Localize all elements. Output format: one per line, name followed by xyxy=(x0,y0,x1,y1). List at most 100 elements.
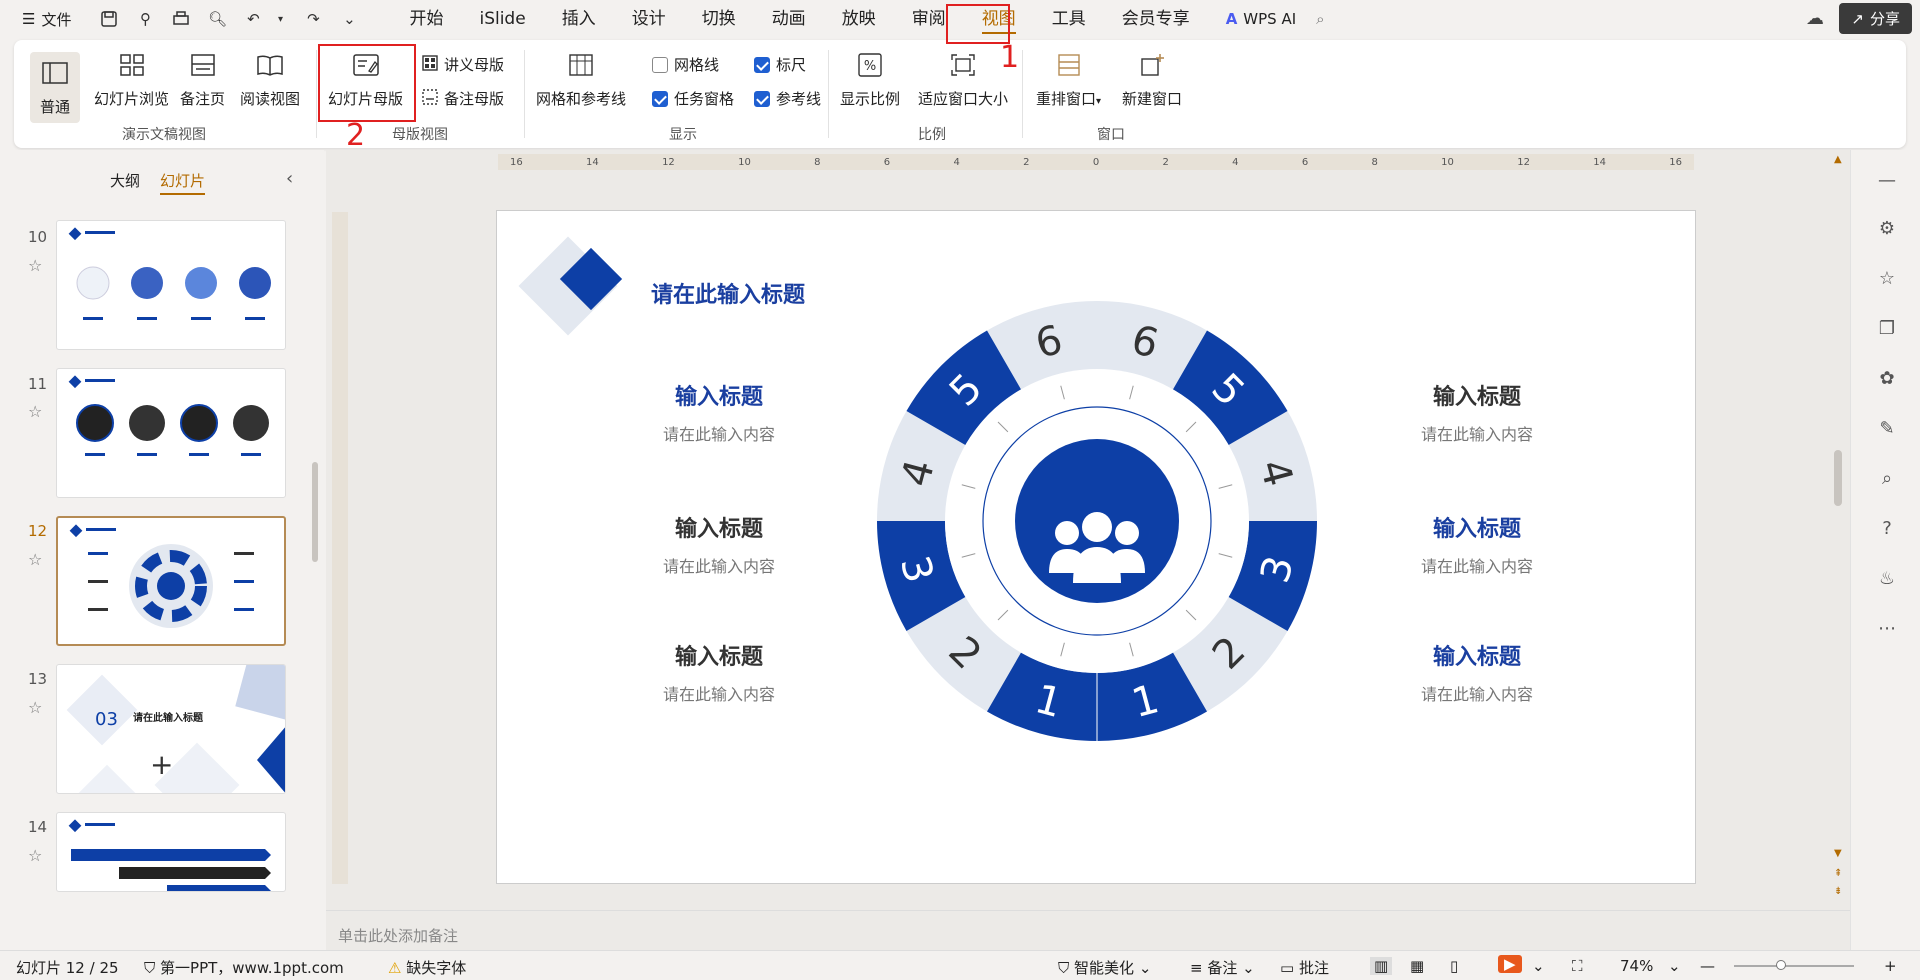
menu-4[interactable]: 切换 xyxy=(684,0,754,38)
tab-outline[interactable]: 大纲 xyxy=(110,170,140,195)
zoom-button[interactable]: % 显示比例 xyxy=(840,50,900,109)
arrange-window-button[interactable]: 重排窗口▾ xyxy=(1036,50,1101,109)
vertical-scrollbar[interactable] xyxy=(1834,450,1842,506)
star-icon[interactable]: ☆ xyxy=(28,256,42,275)
missing-font-button[interactable]: ⚠ 缺失字体 xyxy=(388,957,466,978)
more-icon[interactable]: ⋯ xyxy=(1875,618,1899,642)
redo-icon[interactable]: ↷ xyxy=(299,5,327,33)
scroll-down-icon[interactable]: ▼ xyxy=(1834,848,1842,859)
item-heading[interactable]: 输入标题 xyxy=(1397,639,1557,671)
properties-icon[interactable]: ⚙ xyxy=(1875,218,1899,242)
slide-thumbnail-11[interactable] xyxy=(56,368,286,498)
gridlines-checkbox[interactable]: 网格线 xyxy=(652,54,719,75)
zoom-slider-handle[interactable] xyxy=(1776,960,1786,970)
comments-toggle[interactable]: ▭ 批注 xyxy=(1280,957,1329,978)
collapse-panel-icon[interactable]: ‹ xyxy=(286,168,293,189)
format-painter-icon[interactable]: ⚲ xyxy=(131,5,159,33)
item-heading[interactable]: 输入标题 xyxy=(1397,379,1557,411)
undo-icon[interactable]: ↶ xyxy=(239,5,267,33)
menu-1[interactable]: iSlide xyxy=(461,0,543,38)
task-pane-checkbox[interactable]: 任务窗格 xyxy=(652,88,734,109)
notes-area[interactable]: 单击此处添加备注 xyxy=(326,910,1850,950)
search-doc-icon[interactable]: ⌕ xyxy=(1875,468,1899,492)
search-icon[interactable]: ⌕ xyxy=(1316,10,1324,28)
cloud-icon[interactable]: ☁ xyxy=(1806,8,1824,29)
share-button[interactable]: ↗ 分享 xyxy=(1839,3,1912,34)
prev-slide-icon[interactable]: ⇞ xyxy=(1834,868,1842,879)
undo-dropdown-icon[interactable]: ▾ xyxy=(275,5,285,33)
left-panel-scrollbar[interactable] xyxy=(312,462,318,562)
notes-toggle[interactable]: ≡ 备注 ⌄ xyxy=(1190,957,1255,978)
menu-3[interactable]: 设计 xyxy=(614,0,684,38)
menu-5[interactable]: 动画 xyxy=(754,0,824,38)
more-dropdown-icon[interactable]: ⌄ xyxy=(335,5,363,33)
ruler-checkbox[interactable]: 标尺 xyxy=(754,54,806,75)
slide-thumbnail-10[interactable] xyxy=(56,220,286,350)
star-icon[interactable]: ☆ xyxy=(28,846,42,865)
slide-thumbnail-14[interactable] xyxy=(56,812,286,892)
star-icon[interactable]: ☆ xyxy=(28,550,42,569)
reading-view-icon[interactable]: ▯ xyxy=(1450,957,1458,975)
smart-beautify-button[interactable]: ⛉ 智能美化 ⌄ xyxy=(1058,957,1151,978)
help-icon[interactable]: ? xyxy=(1875,518,1899,542)
notes-page-button[interactable]: 备注页 xyxy=(180,50,225,109)
animation-icon[interactable]: ✿ xyxy=(1875,368,1899,392)
wps-ai-button[interactable]: A WPS AI ⌕ xyxy=(1226,10,1325,28)
next-slide-icon[interactable]: ⇟ xyxy=(1834,886,1842,897)
zoom-out-icon[interactable]: — xyxy=(1700,957,1715,975)
star-icon[interactable]: ☆ xyxy=(28,402,42,421)
slide-title[interactable]: 请在此输入标题 xyxy=(651,277,805,309)
handout-master-button[interactable]: 讲义母版 xyxy=(422,54,504,75)
item-content[interactable]: 请在此输入内容 xyxy=(1377,553,1577,577)
menu-2[interactable]: 插入 xyxy=(544,0,614,38)
save-icon[interactable] xyxy=(95,5,123,33)
theme-icon[interactable]: ♨ xyxy=(1875,568,1899,592)
scroll-up-icon[interactable]: ▲ xyxy=(1834,154,1842,165)
play-dropdown-icon[interactable]: ⌄ xyxy=(1532,957,1545,975)
print-icon[interactable] xyxy=(167,5,195,33)
item-heading[interactable]: 输入标题 xyxy=(639,639,799,671)
slide-sorter-button[interactable]: 幻灯片浏览 xyxy=(94,50,169,109)
guides-checkbox[interactable]: 参考线 xyxy=(754,88,821,109)
collapse-icon[interactable]: — xyxy=(1875,170,1899,194)
add-slide-button[interactable]: + xyxy=(150,748,173,781)
zoom-level[interactable]: 74% xyxy=(1620,957,1653,975)
theme-name[interactable]: ⛉ 第一PPT，www.1ppt.com xyxy=(144,957,344,978)
item-content[interactable]: 请在此输入内容 xyxy=(619,421,819,445)
file-menu[interactable]: ☰ 文件 xyxy=(22,9,71,30)
star-icon[interactable]: ☆ xyxy=(28,698,42,717)
slide-thumbnail-12[interactable] xyxy=(56,516,286,646)
normal-view-icon[interactable]: ▥ xyxy=(1370,957,1393,975)
zoom-in-icon[interactable]: + xyxy=(1884,957,1897,975)
menu-9[interactable]: 工具 xyxy=(1034,0,1104,38)
item-heading[interactable]: 输入标题 xyxy=(1397,511,1557,543)
reading-view-button[interactable]: 阅读视图 xyxy=(240,50,300,109)
zoom-dropdown-icon[interactable]: ⌄ xyxy=(1668,957,1681,975)
slide-sorter-icon[interactable]: ▦ xyxy=(1410,957,1424,975)
fit-window-button[interactable]: 适应窗口大小 xyxy=(918,50,1008,109)
item-content[interactable]: 请在此输入内容 xyxy=(619,681,819,705)
copy-icon[interactable]: ❐ xyxy=(1875,318,1899,342)
play-icon[interactable]: ▶ xyxy=(1498,955,1522,973)
item-content[interactable]: 请在此输入内容 xyxy=(1377,681,1577,705)
menu-6[interactable]: 放映 xyxy=(824,0,894,38)
normal-view-button[interactable]: 普通 xyxy=(30,52,81,123)
horizontal-ruler[interactable]: 16 14 12 10 8 6 4 2 0 2 4 6 8 10 12 14 16 xyxy=(498,154,1694,170)
vertical-ruler[interactable] xyxy=(332,212,348,884)
menu-10[interactable]: 会员专享 xyxy=(1104,0,1208,38)
new-window-button[interactable]: 新建窗口 xyxy=(1122,50,1182,109)
item-content[interactable]: 请在此输入内容 xyxy=(1377,421,1577,445)
item-heading[interactable]: 输入标题 xyxy=(639,379,799,411)
menu-0[interactable]: 开始 xyxy=(391,0,461,38)
item-heading[interactable]: 输入标题 xyxy=(639,511,799,543)
tab-slides[interactable]: 幻灯片 xyxy=(160,170,206,195)
slide-canvas[interactable]: 112233445566 请在此输入标题 输入标题 请在此输入内容 输入标题 请在此输… xyxy=(496,210,1696,884)
notes-master-button[interactable]: 备注母版 xyxy=(422,88,504,109)
tools-icon[interactable]: ✎ xyxy=(1875,418,1899,442)
star-icon[interactable]: ☆ xyxy=(1875,268,1899,292)
print-preview-icon[interactable]: 🔍︎ xyxy=(203,5,231,33)
item-content[interactable]: 请在此输入内容 xyxy=(619,553,819,577)
zoom-slider[interactable] xyxy=(1734,965,1854,967)
fit-window-icon[interactable]: ⛶ xyxy=(1572,957,1583,975)
grid-guides-button[interactable]: 网格和参考线 xyxy=(536,50,626,109)
